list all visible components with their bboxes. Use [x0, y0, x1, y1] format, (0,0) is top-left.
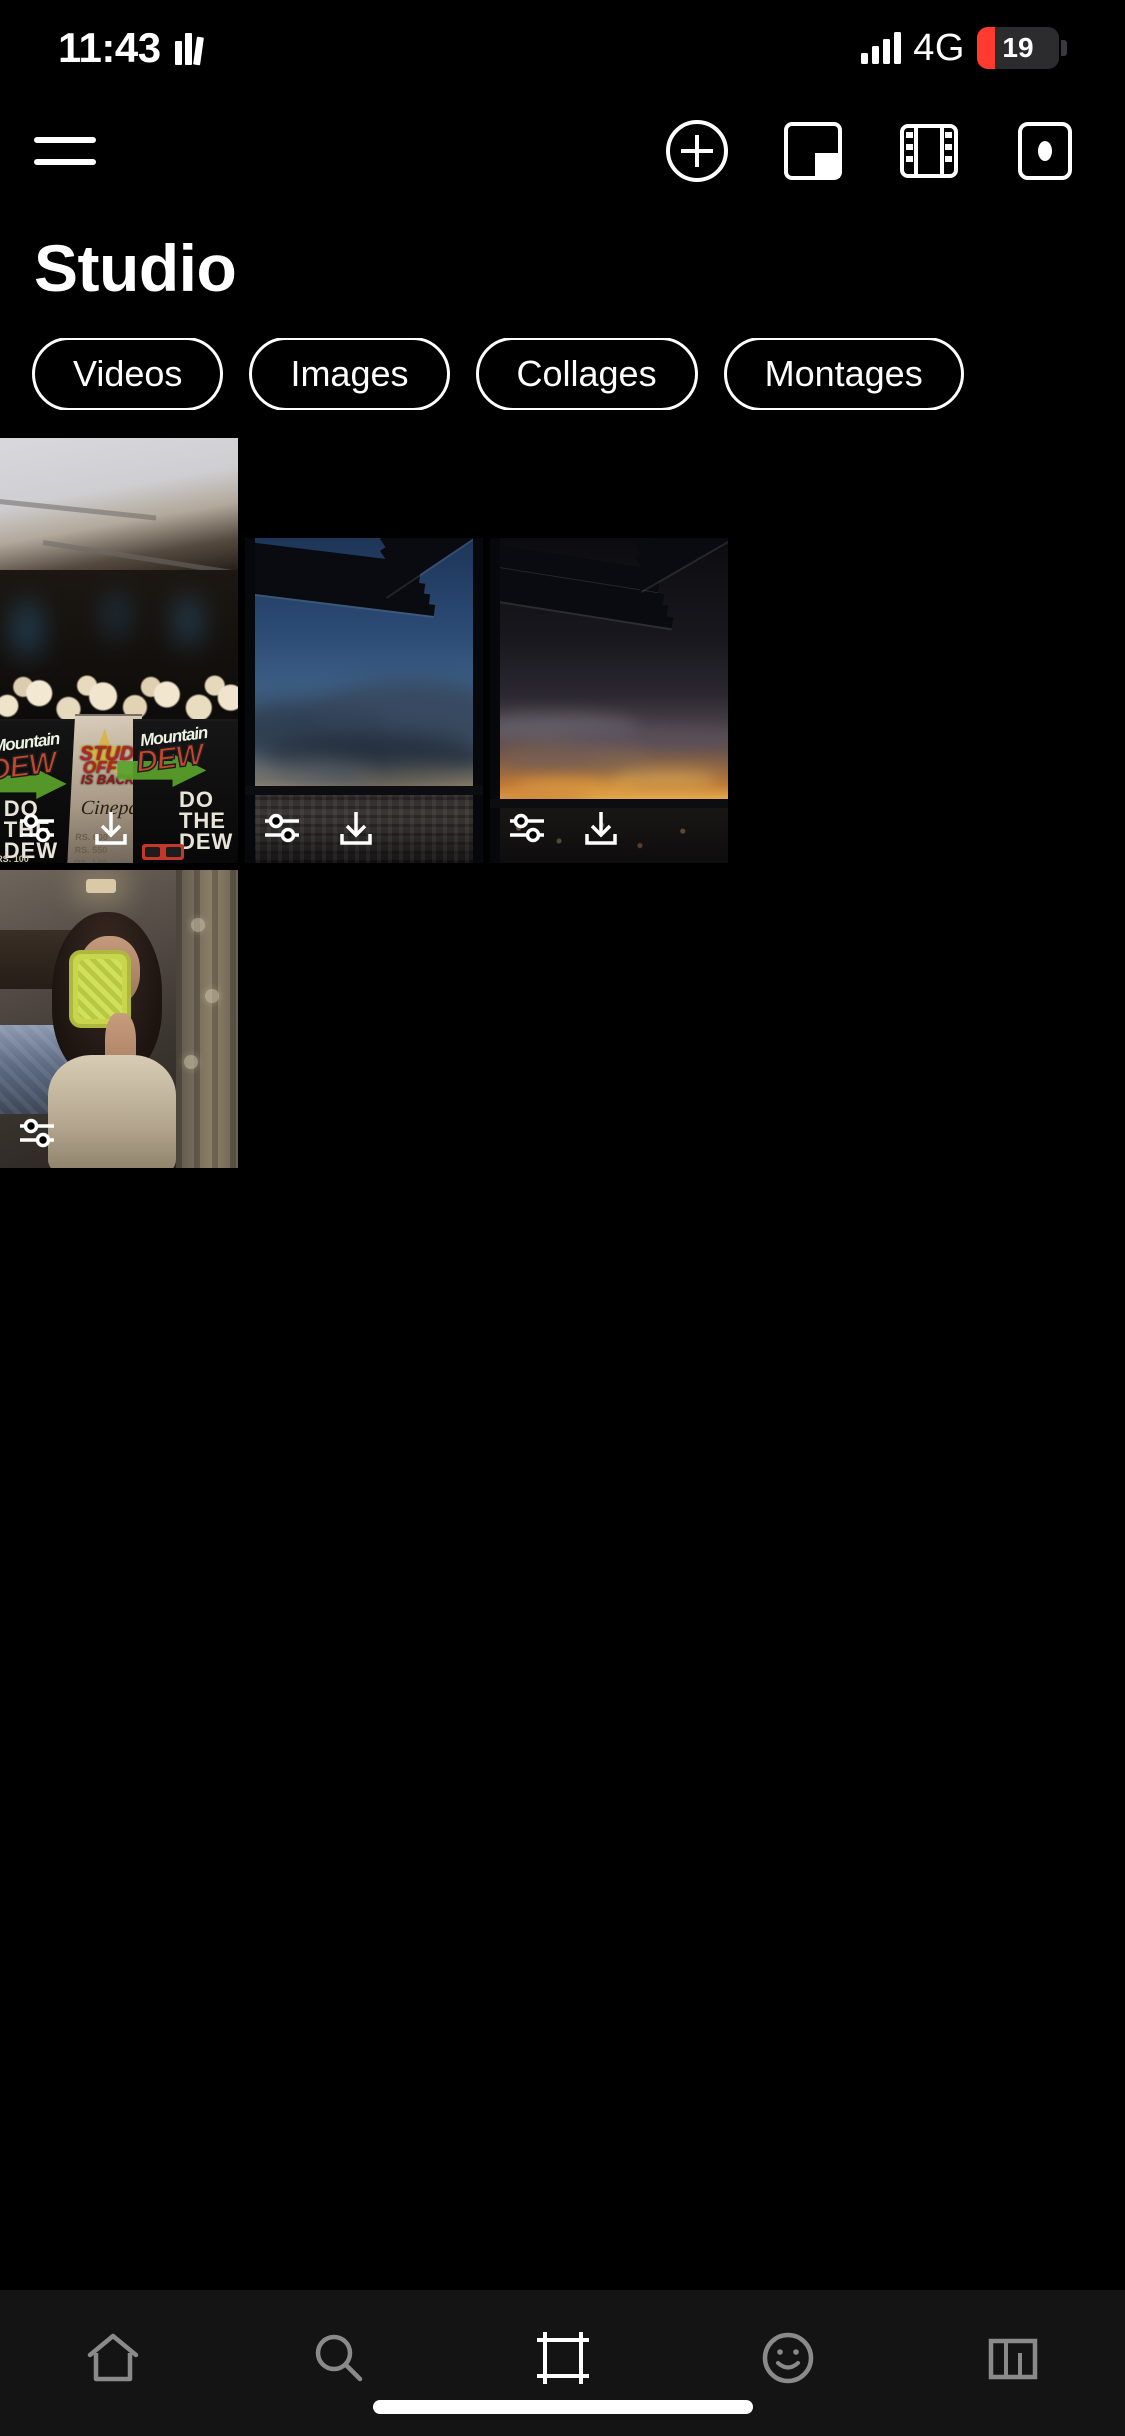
status-bar: 11:43 4G 19: [0, 0, 1125, 96]
status-time: 11:43: [58, 24, 161, 71]
home-indicator-bar: [372, 2400, 753, 2414]
bottom-navigation-bar: [0, 2290, 1125, 2436]
nav-studio[interactable]: [503, 2312, 623, 2408]
home-icon: [82, 2327, 144, 2394]
thumbnail-mirror-selfie[interactable]: [0, 870, 238, 1168]
nav-home[interactable]: [53, 2312, 173, 2408]
filter-chip-montages[interactable]: Montages: [723, 338, 964, 410]
add-new-button[interactable]: [657, 111, 737, 191]
filter-chip-row: Videos Images Collages Montages: [0, 338, 1125, 410]
status-bar-left: 11:43: [58, 24, 204, 72]
network-type-label: 4G: [913, 26, 965, 69]
battery-indicator: 19: [977, 27, 1067, 69]
app-screen: 11:43 4G 19 Studio Videos Images Collage…: [0, 0, 1125, 2436]
thumbnail-overlay-actions: [259, 805, 379, 851]
page-title: Studio: [34, 231, 237, 305]
nav-search[interactable]: [278, 2312, 398, 2408]
toolbar-actions: [657, 111, 1085, 191]
search-icon: [307, 2327, 369, 2394]
story-camera-icon: [1014, 120, 1076, 182]
collage-button[interactable]: [773, 111, 853, 191]
sliders-tune-icon[interactable]: [14, 1110, 60, 1156]
thumbnail-balcony-blue-sky[interactable]: [245, 538, 483, 863]
bar-chart-icon: [982, 2327, 1044, 2394]
top-toolbar: [0, 108, 1125, 194]
download-icon[interactable]: [88, 805, 134, 851]
sliders-tune-icon[interactable]: [14, 805, 60, 851]
status-bar-right: 4G 19: [861, 27, 1067, 70]
filter-chip-collages[interactable]: Collages: [475, 338, 698, 410]
story-button[interactable]: [1005, 111, 1085, 191]
download-icon[interactable]: [578, 805, 624, 851]
nav-charts[interactable]: [953, 2312, 1073, 2408]
video-button[interactable]: [889, 111, 969, 191]
books-icon: [174, 31, 204, 66]
thumbnail-overlay-actions: [14, 805, 134, 851]
hamburger-menu-icon[interactable]: [34, 131, 96, 171]
thumbnail-overlay-actions: [504, 805, 624, 851]
collage-layout-icon: [782, 120, 844, 182]
thumbnail-overlay-actions: [14, 1110, 60, 1156]
battery-percent-label: 19: [1002, 32, 1034, 63]
crop-frame-icon: [532, 2327, 594, 2394]
film-strip-icon: [898, 120, 960, 182]
filter-chip-videos[interactable]: Videos: [32, 338, 224, 410]
filter-chip-images[interactable]: Images: [249, 338, 450, 410]
thumbnail-balcony-sunset[interactable]: [490, 538, 728, 863]
thumbnail-artwork: Mountain DEW DOTHEDEW RS. 100RS. 150RS. …: [0, 438, 238, 863]
sliders-tune-icon[interactable]: [504, 805, 550, 851]
thumbnail-cinema-popcorn[interactable]: Mountain DEW DOTHEDEW RS. 100RS. 150RS. …: [0, 438, 238, 863]
sliders-tune-icon[interactable]: [259, 805, 305, 851]
nav-stickers[interactable]: [728, 2312, 848, 2408]
signal-bars-icon: [861, 32, 902, 64]
plus-circle-icon: [664, 118, 730, 184]
smiley-face-icon: [757, 2327, 819, 2394]
download-icon[interactable]: [333, 805, 379, 851]
